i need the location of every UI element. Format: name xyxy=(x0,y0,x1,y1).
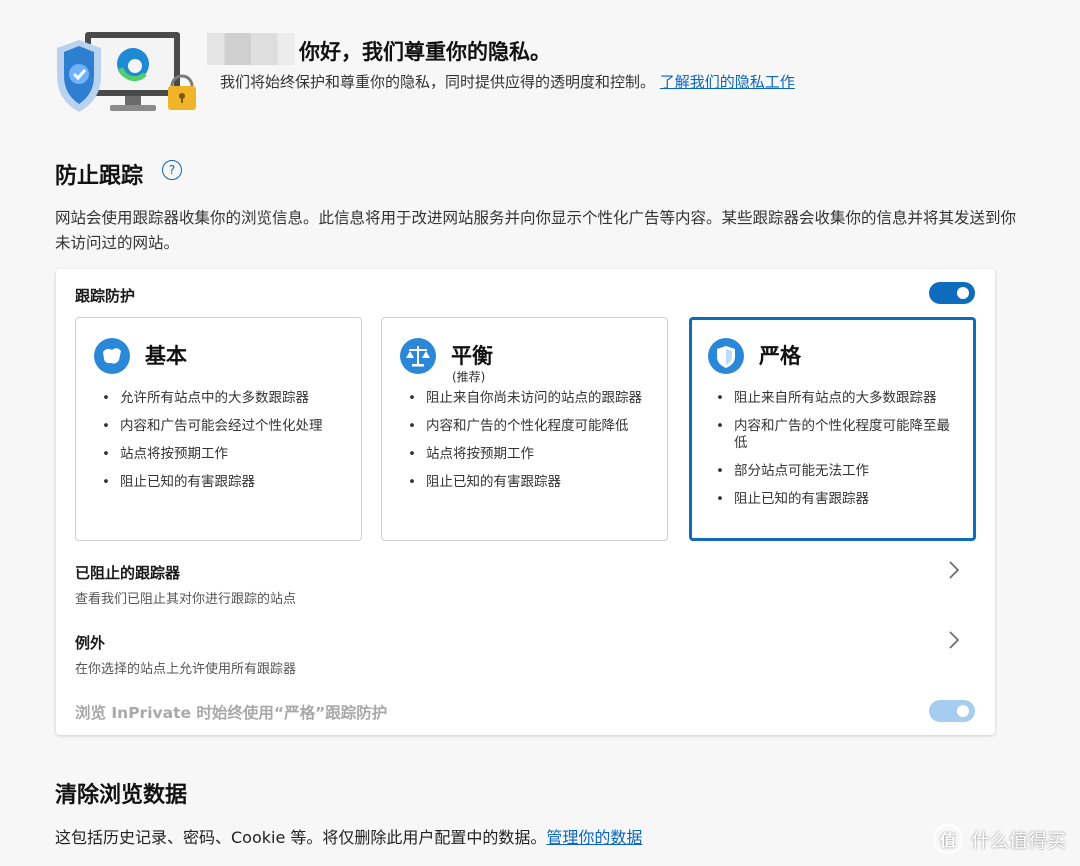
option-strict-card[interactable]: 严格 阻止来自所有站点的大多数跟踪器 内容和广告的个性化程度可能降至最低 部分站… xyxy=(689,317,976,541)
list-item: 阻止已知的有害跟踪器 xyxy=(714,491,959,508)
clear-data-description: 这包括历史记录、密码、Cookie 等。将仅删除此用户配置中的数据。管理你的数据 xyxy=(55,824,642,848)
basic-icon xyxy=(94,338,130,374)
tracking-protection-toggle[interactable] xyxy=(929,282,975,304)
option-balanced-card[interactable]: 平衡 (推荐) 阻止来自你尚未访问的站点的跟踪器 内容和广告的个性化程度可能降低… xyxy=(381,317,668,541)
list-item: 允许所有站点中的大多数跟踪器 xyxy=(100,390,345,407)
blocked-trackers-subtitle: 查看我们已阻止其对你进行跟踪的站点 xyxy=(75,592,297,607)
list-item: 阻止已知的有害跟踪器 xyxy=(406,474,651,491)
list-item: 部分站点可能无法工作 xyxy=(714,463,959,480)
option-balanced-recommended: (推荐) xyxy=(452,370,486,384)
chevron-right-icon xyxy=(948,630,960,655)
learn-privacy-link[interactable]: 了解我们的隐私工作 xyxy=(660,73,795,91)
watermark-badge-icon: 值 xyxy=(932,824,963,854)
inprivate-strict-label: 浏览 InPrivate 时始终使用“严格”跟踪防护 xyxy=(75,704,388,722)
manage-data-link[interactable]: 管理你的数据 xyxy=(546,828,642,847)
option-balanced-bullets: 阻止来自你尚未访问的站点的跟踪器 内容和广告的个性化程度可能降低 站点将按预期工… xyxy=(406,390,651,502)
list-item: 站点将按预期工作 xyxy=(406,446,651,463)
list-item: 阻止来自所有站点的大多数跟踪器 xyxy=(714,390,959,407)
tracking-heading: 防止跟踪 xyxy=(55,164,144,189)
list-item: 站点将按预期工作 xyxy=(100,446,345,463)
option-basic-bullets: 允许所有站点中的大多数跟踪器 内容和广告可能会经过个性化处理 站点将按预期工作 … xyxy=(100,390,345,502)
privacy-hero-illustration xyxy=(55,30,200,116)
tracking-description: 网站会使用跟踪器收集你的浏览信息。此信息将用于改进网站服务并向你显示个性化广告等… xyxy=(55,209,1017,252)
option-strict-bullets: 阻止来自所有站点的大多数跟踪器 内容和广告的个性化程度可能降至最低 部分站点可能… xyxy=(714,390,959,519)
site-watermark: 值 什么值得买 xyxy=(932,822,1066,856)
privacy-greeting: 你好，我们尊重你的隐私。 xyxy=(299,40,551,64)
list-item: 内容和广告的个性化程度可能降低 xyxy=(406,418,651,435)
chevron-right-icon xyxy=(948,560,960,585)
watermark-text: 什么值得买 xyxy=(970,829,1066,852)
option-balanced-title: 平衡 xyxy=(451,344,493,368)
list-item: 内容和广告可能会经过个性化处理 xyxy=(100,418,345,435)
toggle-knob xyxy=(957,705,969,717)
exceptions-title: 例外 xyxy=(75,634,106,652)
user-name-redacted xyxy=(207,33,295,65)
privacy-subtitle: 我们将始终保护和尊重你的隐私，同时提供应得的透明度和控制。 了解我们的隐私工作 xyxy=(220,70,840,95)
help-icon[interactable]: ? xyxy=(162,160,182,180)
blocked-trackers-title: 已阻止的跟踪器 xyxy=(75,564,181,582)
option-strict-title: 严格 xyxy=(759,344,801,368)
tracking-protection-title: 跟踪防护 xyxy=(75,287,136,305)
exceptions-subtitle: 在你选择的站点上允许使用所有跟踪器 xyxy=(75,662,297,677)
scales-icon xyxy=(400,338,436,374)
toggle-knob xyxy=(957,287,969,299)
list-item: 阻止来自你尚未访问的站点的跟踪器 xyxy=(406,390,651,407)
option-basic-title: 基本 xyxy=(145,344,187,368)
inprivate-strict-toggle[interactable] xyxy=(929,700,975,722)
clear-data-text: 这包括历史记录、密码、Cookie 等。将仅删除此用户配置中的数据。 xyxy=(55,828,547,847)
shield-icon xyxy=(708,338,744,374)
option-basic-card[interactable]: 基本 允许所有站点中的大多数跟踪器 内容和广告可能会经过个性化处理 站点将按预期… xyxy=(75,317,362,541)
list-item: 内容和广告的个性化程度可能降至最低 xyxy=(714,418,959,452)
privacy-subtitle-text: 我们将始终保护和尊重你的隐私，同时提供应得的透明度和控制。 xyxy=(220,73,656,91)
list-item: 阻止已知的有害跟踪器 xyxy=(100,474,345,491)
clear-data-heading: 清除浏览数据 xyxy=(55,783,188,808)
